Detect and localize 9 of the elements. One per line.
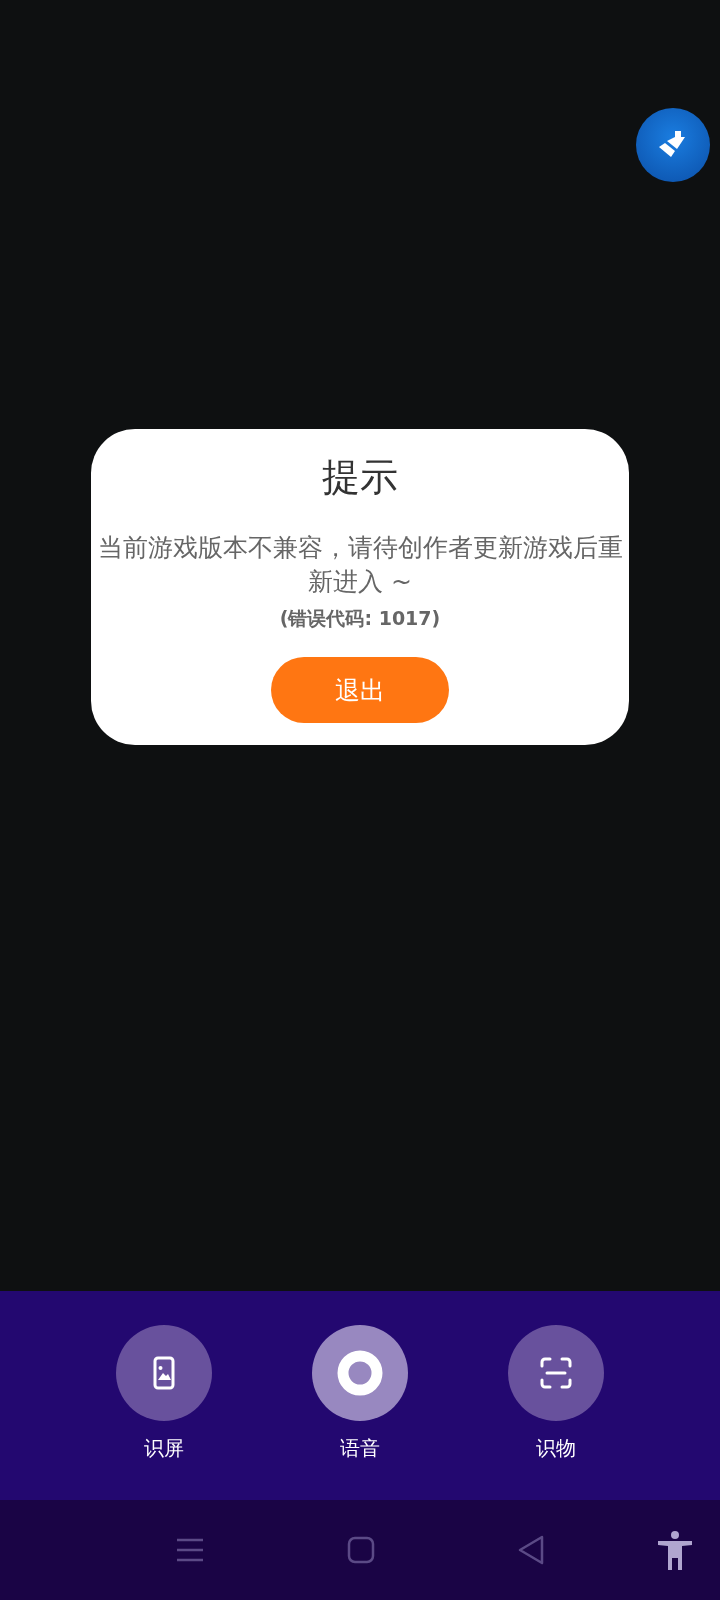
dialog-message: 当前游戏版本不兼容，请待创作者更新游戏后重新进入 ~ [96,532,624,598]
tool-label: 识物 [536,1435,576,1461]
tool-label: 语音 [340,1435,380,1461]
dialog-title: 提示 [322,454,398,501]
record-icon [337,1350,383,1396]
tool-label: 识屏 [144,1435,184,1461]
error-code: (错误代码: 1017) [279,606,441,631]
exit-button[interactable]: 退出 [271,657,449,723]
accessibility-icon[interactable] [656,1530,694,1570]
